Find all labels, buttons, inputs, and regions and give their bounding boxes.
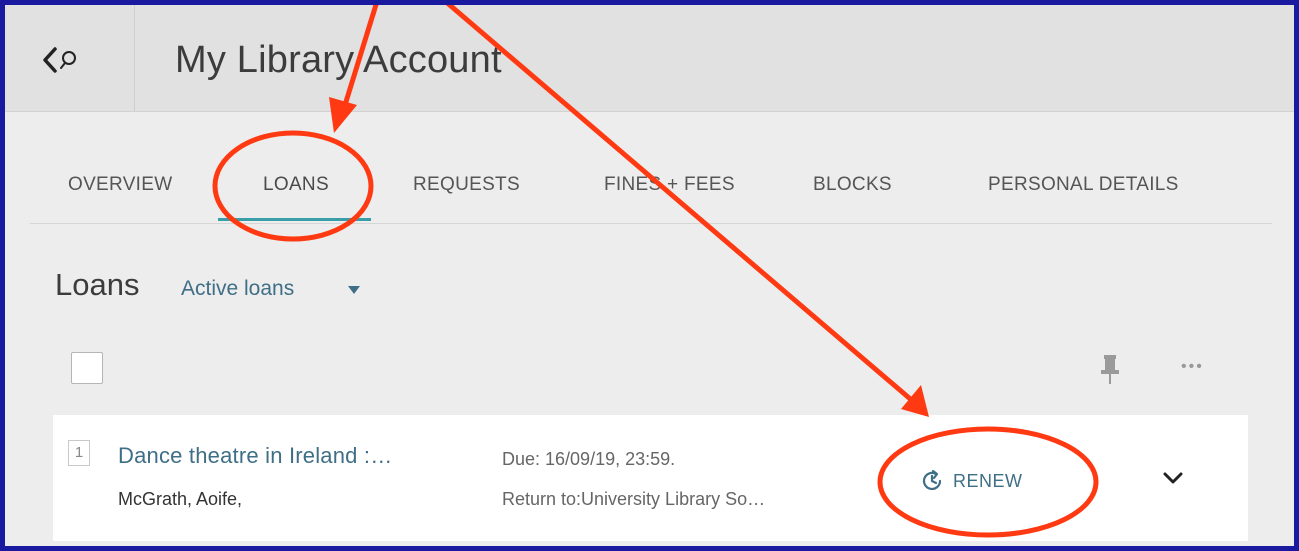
item-number: 1 — [68, 440, 90, 466]
loan-title-link[interactable]: Dance theatre in Ireland :… — [118, 443, 392, 469]
return-location: Return to:University Library So… — [502, 489, 766, 509]
pin-icon[interactable] — [1097, 353, 1123, 389]
app-frame: My Library Account OVERVIEW LOANS REQUES… — [0, 0, 1299, 551]
tab-overview[interactable]: OVERVIEW — [68, 157, 172, 223]
renew-label: RENEW — [953, 470, 1023, 491]
tab-blocks[interactable]: BLOCKS — [813, 157, 892, 223]
back-search-icon — [43, 47, 76, 73]
caret-down-icon[interactable] — [348, 286, 360, 294]
loans-heading: Loans — [55, 267, 140, 302]
loans-filter-dropdown[interactable]: Active loans — [181, 277, 294, 301]
more-icon[interactable]: ••• — [1181, 358, 1204, 376]
loan-author: McGrath, Aoife, — [118, 489, 243, 509]
tab-fines-fees[interactable]: FINES + FEES — [604, 157, 735, 223]
tab-loans[interactable]: LOANS — [263, 157, 329, 223]
account-tabs: OVERVIEW LOANS REQUESTS FINES + FEES BLO… — [30, 157, 1272, 224]
page-header: My Library Account — [5, 5, 1294, 112]
select-all-checkbox[interactable] — [71, 352, 103, 384]
renew-button[interactable]: RENEW — [919, 463, 1023, 499]
due-date: Due: 16/09/19, 23:59. — [502, 449, 676, 469]
page-title: My Library Account — [175, 39, 502, 81]
annotation-arrowhead-renew — [901, 385, 929, 417]
back-search-button[interactable] — [5, 5, 135, 111]
chevron-down-icon[interactable] — [1162, 471, 1184, 485]
renew-clock-icon — [922, 469, 942, 490]
loan-item: 1 Dance theatre in Ireland :… McGrath, A… — [53, 415, 1248, 541]
tab-requests[interactable]: REQUESTS — [413, 157, 520, 223]
tab-personal-details[interactable]: PERSONAL DETAILS — [988, 157, 1179, 223]
active-tab-indicator — [218, 218, 371, 221]
